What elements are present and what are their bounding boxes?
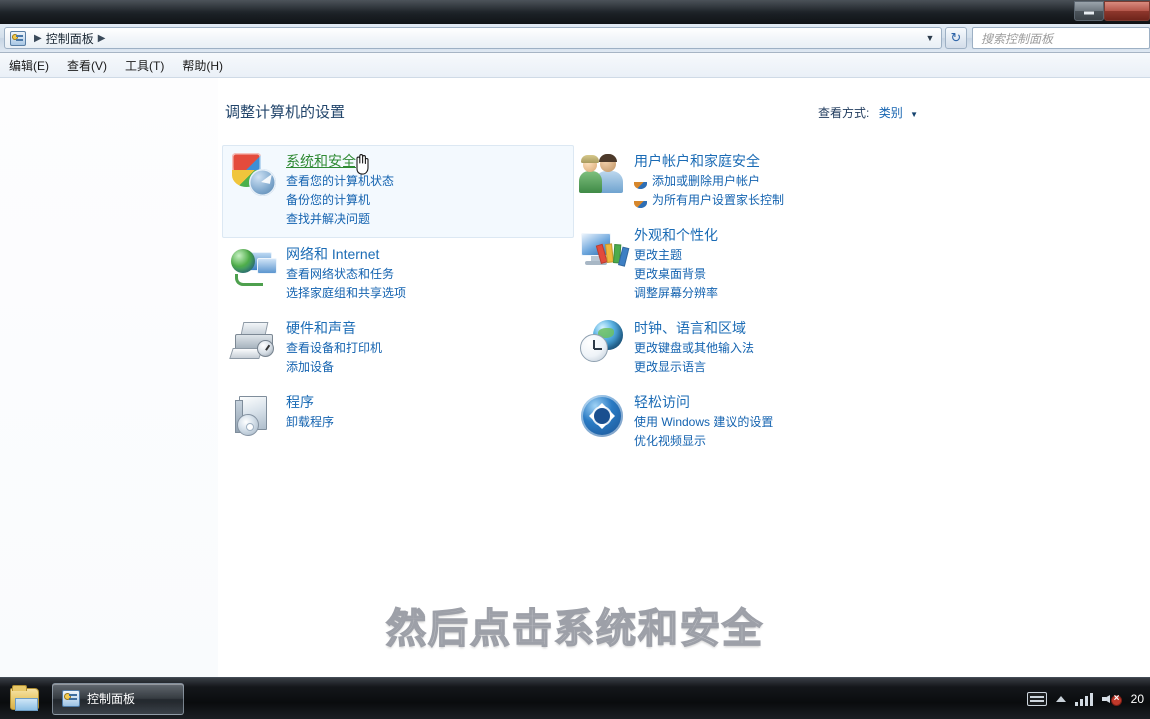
breadcrumb-control-panel[interactable]: 控制面板 [46, 30, 94, 47]
category-hardware-sound[interactable]: 硬件和声音 查看设备和打印机 添加设备 [222, 312, 574, 386]
category-appearance-personalization[interactable]: 外观和个性化 更改主题 更改桌面背景 调整屏幕分辨率 [570, 219, 918, 312]
category-title-system-security[interactable]: 系统和安全 [286, 153, 356, 170]
link-change-desktop-background[interactable]: 更改桌面背景 [634, 265, 718, 284]
link-parental-controls[interactable]: 为所有用户设置家长控制 [634, 191, 784, 210]
category-title-hardware-sound[interactable]: 硬件和声音 [286, 320, 356, 337]
link-view-network-status[interactable]: 查看网络状态和任务 [286, 265, 406, 284]
subtitle-overlay: 然后点击系统和安全 [385, 605, 764, 653]
titlebar-gloss [0, 0, 1150, 12]
category-text: 系统和安全 查看您的计算机状态 备份您的计算机 查找并解决问题 [286, 152, 394, 229]
menu-tools[interactable]: 工具(T) [116, 54, 173, 77]
link-change-theme[interactable]: 更改主题 [634, 246, 718, 265]
close-button[interactable] [1104, 1, 1150, 21]
link-change-keyboard-input[interactable]: 更改键盘或其他输入法 [634, 339, 754, 358]
category-title-network-internet[interactable]: 网络和 Internet [286, 246, 379, 263]
category-title-programs[interactable]: 程序 [286, 394, 314, 411]
link-add-remove-user-accounts[interactable]: 添加或删除用户帐户 [634, 172, 784, 191]
address-toolbar-row: ▶ 控制面板 ▶ ▼ ↻ 搜索控制面板 [0, 24, 1150, 53]
address-dropdown-icon[interactable]: ▼ [921, 28, 939, 48]
menu-bar: 编辑(E) 查看(V) 工具(T) 帮助(H) [0, 53, 1150, 78]
view-by-control[interactable]: 查看方式: 类别 ▼ [818, 104, 918, 121]
taskbar-button-label: 控制面板 [87, 692, 136, 706]
view-by-label: 查看方式: [818, 106, 870, 120]
category-text: 轻松访问 使用 Windows 建议的设置 优化视频显示 [634, 393, 773, 451]
page-title: 调整计算机的设置 [225, 104, 346, 121]
view-by-value[interactable]: 类别 [879, 106, 903, 120]
hardware-sound-icon [229, 320, 277, 366]
category-column-left: 系统和安全 查看您的计算机状态 备份您的计算机 查找并解决问题 网络和 Inte… [222, 145, 574, 449]
system-security-icon [231, 153, 277, 199]
search-input[interactable]: 搜索控制面板 [972, 27, 1150, 49]
category-text: 硬件和声音 查看设备和打印机 添加设备 [286, 319, 382, 377]
link-add-device[interactable]: 添加设备 [286, 358, 382, 377]
network-signal-icon[interactable] [1074, 692, 1093, 706]
taskbar: 控制面板 20 [0, 677, 1150, 719]
category-network-internet[interactable]: 网络和 Internet 查看网络状态和任务 选择家庭组和共享选项 [222, 238, 574, 312]
window-body: 调整计算机的设置 查看方式: 类别 ▼ 系统和安全 查看您的计算机状态 备份您的… [0, 78, 1150, 677]
user-accounts-icon [579, 153, 625, 199]
chevron-down-icon[interactable]: ▼ [910, 110, 918, 119]
category-text: 用户帐户和家庭安全 添加或删除用户帐户 为所有用户设置家长控制 [634, 152, 784, 210]
content-pane: 调整计算机的设置 查看方式: 类别 ▼ 系统和安全 查看您的计算机状态 备份您的… [218, 78, 1150, 677]
ease-of-access-icon [579, 394, 625, 440]
show-hidden-icons-icon[interactable] [1055, 695, 1066, 702]
network-internet-icon [231, 246, 277, 292]
programs-icon [231, 394, 277, 440]
taskbar-button-control-panel[interactable]: 控制面板 [52, 682, 184, 715]
breadcrumb-separator-icon: ▶ [34, 32, 42, 44]
category-ease-of-access[interactable]: 轻松访问 使用 Windows 建议的设置 优化视频显示 [570, 386, 918, 460]
menu-edit[interactable]: 编辑(E) [0, 54, 58, 77]
minimize-icon [1084, 11, 1094, 15]
minimize-button[interactable] [1074, 1, 1104, 21]
explorer-icon[interactable] [8, 683, 42, 715]
appearance-personalization-icon [579, 227, 630, 273]
address-bar[interactable]: ▶ 控制面板 ▶ ▼ [4, 27, 942, 49]
category-text: 网络和 Internet 查看网络状态和任务 选择家庭组和共享选项 [286, 245, 406, 303]
category-title-appearance[interactable]: 外观和个性化 [634, 227, 718, 244]
category-user-accounts[interactable]: 用户帐户和家庭安全 添加或删除用户帐户 为所有用户设置家长控制 [570, 145, 918, 219]
link-homegroup-sharing[interactable]: 选择家庭组和共享选项 [286, 284, 406, 303]
category-text: 程序 卸载程序 [286, 393, 334, 440]
link-use-windows-suggested-settings[interactable]: 使用 Windows 建议的设置 [634, 413, 773, 432]
link-uninstall-program[interactable]: 卸载程序 [286, 413, 334, 432]
menu-view[interactable]: 查看(V) [58, 54, 116, 77]
category-programs[interactable]: 程序 卸载程序 [222, 386, 574, 449]
navigation-pane[interactable] [0, 78, 218, 677]
control-panel-icon [62, 690, 80, 707]
clock-language-region-icon [579, 320, 625, 366]
link-find-fix-problems[interactable]: 查找并解决问题 [286, 210, 394, 229]
breadcrumb-separator-icon-2[interactable]: ▶ [98, 33, 106, 44]
category-title-clock-language-region[interactable]: 时钟、语言和区域 [634, 320, 746, 337]
system-tray: 20 [1026, 691, 1150, 707]
category-text: 外观和个性化 更改主题 更改桌面背景 调整屏幕分辨率 [634, 226, 718, 303]
category-text: 时钟、语言和区域 更改键盘或其他输入法 更改显示语言 [634, 319, 754, 377]
link-text: 为所有用户设置家长控制 [652, 193, 785, 207]
window-titlebar[interactable] [0, 0, 1150, 24]
category-title-user-accounts[interactable]: 用户帐户和家庭安全 [634, 153, 760, 170]
link-adjust-screen-resolution[interactable]: 调整屏幕分辨率 [634, 284, 718, 303]
category-column-right: 用户帐户和家庭安全 添加或删除用户帐户 为所有用户设置家长控制 外观和个性化 更… [570, 145, 918, 460]
uac-shield-icon [634, 194, 647, 208]
clock[interactable]: 20 [1131, 692, 1146, 706]
refresh-button[interactable]: ↻ [945, 27, 967, 49]
screen: ▶ 控制面板 ▶ ▼ ↻ 搜索控制面板 编辑(E) 查看(V) 工具(T) 帮助… [0, 0, 1150, 719]
category-system-security[interactable]: 系统和安全 查看您的计算机状态 备份您的计算机 查找并解决问题 [222, 145, 574, 238]
menu-help[interactable]: 帮助(H) [173, 54, 232, 77]
volume-muted-icon[interactable] [1101, 691, 1122, 707]
window-controls [1074, 0, 1150, 24]
link-backup-computer[interactable]: 备份您的计算机 [286, 191, 394, 210]
link-optimize-visual-display[interactable]: 优化视频显示 [634, 432, 773, 451]
link-change-display-language[interactable]: 更改显示语言 [634, 358, 754, 377]
uac-shield-icon [634, 175, 647, 189]
search-placeholder: 搜索控制面板 [981, 31, 1054, 46]
keyboard-ime-icon[interactable] [1026, 691, 1047, 706]
control-panel-icon [10, 30, 26, 46]
link-text: 添加或删除用户帐户 [652, 174, 761, 188]
category-clock-language-region[interactable]: 时钟、语言和区域 更改键盘或其他输入法 更改显示语言 [570, 312, 918, 386]
link-view-computer-status[interactable]: 查看您的计算机状态 [286, 172, 394, 191]
category-title-ease-of-access[interactable]: 轻松访问 [634, 394, 690, 411]
link-view-devices-printers[interactable]: 查看设备和打印机 [286, 339, 382, 358]
